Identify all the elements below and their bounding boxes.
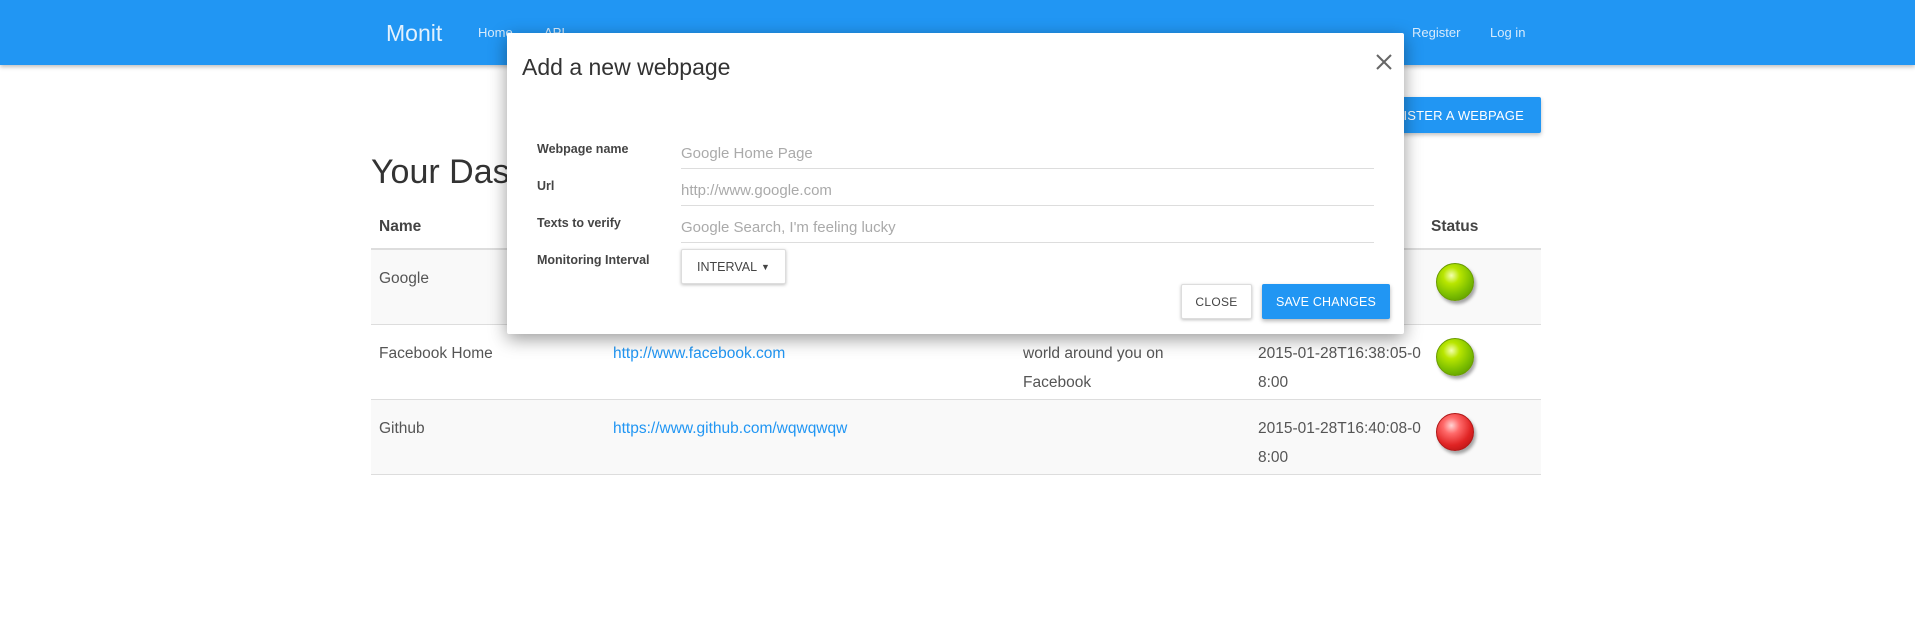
column-header-name: Name	[379, 218, 422, 235]
row-time: 2015-01-28T16:38:05-08:00	[1258, 345, 1421, 391]
save-changes-button-label: SAVE CHANGES	[1275, 294, 1377, 309]
brand-logo[interactable]: Monit	[386, 20, 442, 47]
save-changes-button[interactable]: SAVE CHANGES	[1262, 284, 1390, 319]
nav-link-login[interactable]: Log in	[1490, 25, 1525, 40]
interval-dropdown-label: INTERVAL	[697, 259, 758, 274]
texts-to-verify-input[interactable]	[681, 213, 1374, 243]
row-name: Facebook Home	[379, 345, 493, 362]
texts-to-verify-label: Texts to verify	[537, 216, 621, 230]
row-name: Github	[379, 420, 425, 437]
monitoring-interval-label: Monitoring Interval	[537, 253, 650, 267]
row-time: 2015-01-28T16:40:08-08:00	[1258, 420, 1421, 466]
close-button[interactable]: CLOSE	[1181, 284, 1252, 319]
add-webpage-modal: Add a new webpage Webpage name Url Texts…	[507, 33, 1404, 334]
nav-link-register[interactable]: Register	[1412, 25, 1460, 40]
close-icon[interactable]	[1371, 49, 1397, 75]
table-row: Github https://www.github.com/wqwqwqw 20…	[371, 400, 1541, 475]
modal-title: Add a new webpage	[522, 54, 731, 80]
webpage-name-input[interactable]	[681, 139, 1374, 169]
caret-down-icon: ▼	[761, 261, 770, 272]
status-indicator-green	[1436, 338, 1474, 376]
row-name: Google	[379, 270, 429, 287]
register-webpage-button[interactable]: REGISTER A WEBPAGE	[1382, 97, 1541, 133]
status-indicator-red	[1436, 413, 1474, 451]
table-row: Facebook Home http://www.facebook.com wo…	[371, 325, 1541, 400]
url-label: Url	[537, 179, 555, 193]
close-button-label: CLOSE	[1195, 294, 1238, 309]
url-input[interactable]	[681, 176, 1374, 206]
row-url-link[interactable]: http://www.facebook.com	[613, 339, 785, 368]
webpage-name-label: Webpage name	[537, 142, 629, 156]
row-url-link[interactable]: https://www.github.com/wqwqwqw	[613, 414, 847, 443]
row-texts: world around you on Facebook	[1023, 345, 1164, 391]
status-indicator-green	[1436, 263, 1474, 301]
column-header-status: Status	[1431, 218, 1479, 235]
interval-dropdown-button[interactable]: INTERVAL ▼	[681, 249, 786, 284]
